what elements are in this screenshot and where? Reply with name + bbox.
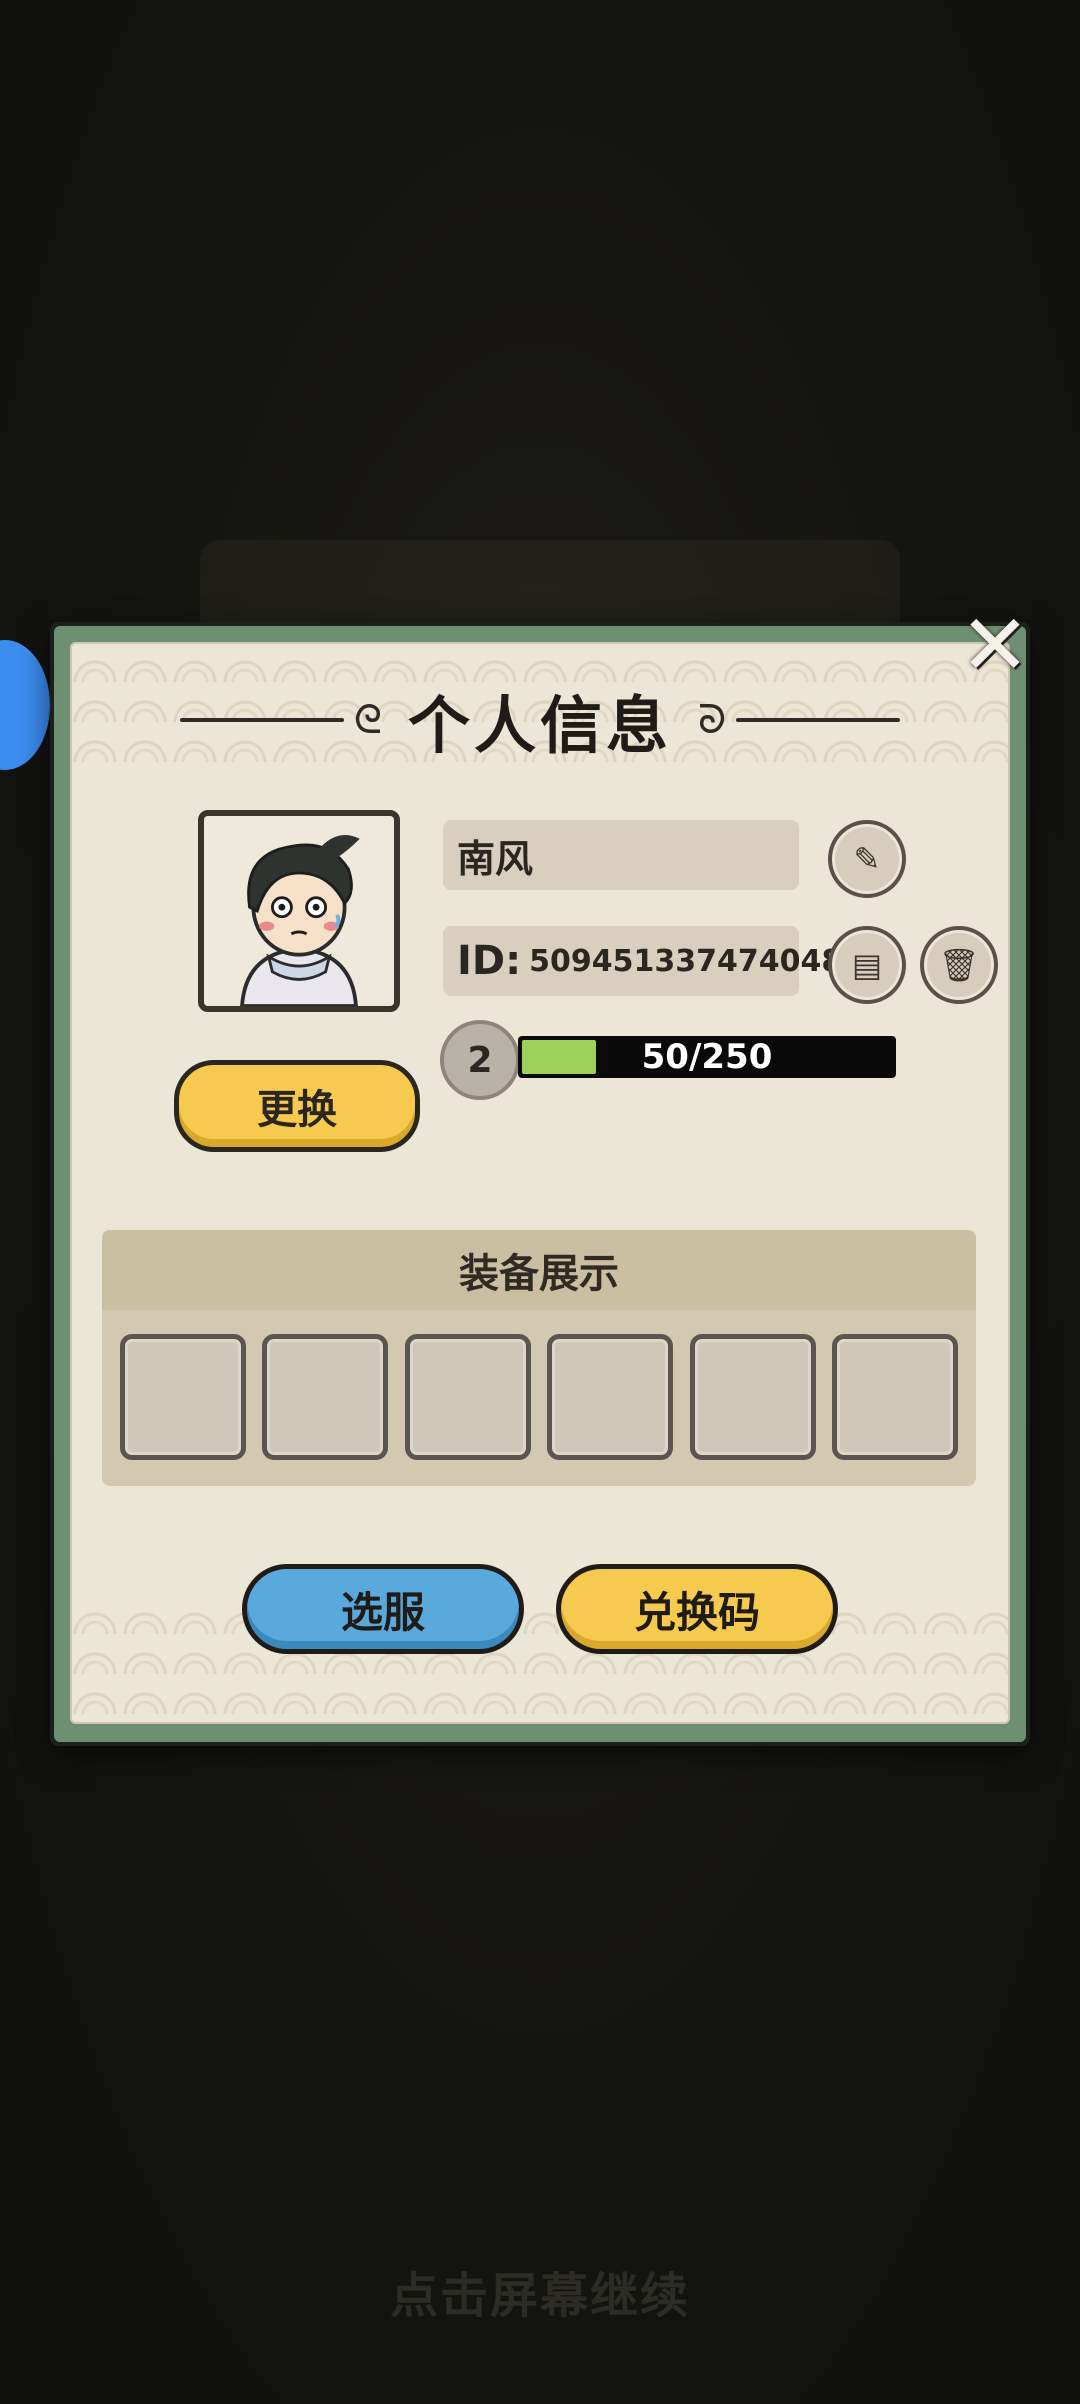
title-divider-left: [180, 718, 344, 722]
trash-icon[interactable]: 🗑: [920, 926, 998, 1004]
tap-to-continue-hint[interactable]: 点击屏幕继续: [0, 2256, 1080, 2326]
character-portrait-icon: [204, 816, 394, 1006]
id-label: ID:: [457, 938, 522, 984]
dialog-parchment: [70, 642, 1010, 1724]
level-badge: 2: [440, 1020, 520, 1100]
copy-icon[interactable]: ▤: [828, 926, 906, 1004]
change-avatar-button[interactable]: 更换: [174, 1060, 420, 1152]
close-icon[interactable]: ✕: [955, 603, 1035, 687]
brush-icon[interactable]: ✎: [828, 820, 906, 898]
profile-dialog: [50, 622, 1030, 1746]
equipment-slot[interactable]: [831, 1334, 958, 1460]
id-value: 509451337474048: [529, 943, 843, 979]
equipment-slot[interactable]: [689, 1334, 816, 1460]
player-name-field: 南风: [443, 820, 799, 890]
equipment-display: 装备展示: [102, 1230, 976, 1486]
wave-pattern-bottom: [70, 1594, 1010, 1724]
xp-text: 50/250: [641, 1037, 773, 1077]
swirl-right-icon: ᘐ: [698, 697, 727, 743]
select-server-button[interactable]: 选服: [242, 1564, 524, 1654]
dialog-title: 个人信息: [408, 689, 673, 762]
equipment-slot[interactable]: [404, 1334, 531, 1460]
side-floating-button[interactable]: [0, 640, 50, 770]
swirl-left-icon: ᘓ: [353, 697, 382, 743]
equipment-slot[interactable]: [120, 1334, 246, 1460]
title-divider-right: [736, 718, 901, 722]
dialog-title-row: ᘓ 个人信息 ᘐ: [180, 680, 901, 762]
equipment-slots: [120, 1334, 958, 1464]
equipment-title: 装备展示: [102, 1230, 976, 1310]
xp-bar: 50/250: [518, 1036, 896, 1078]
redeem-code-button[interactable]: 兑换码: [556, 1564, 838, 1654]
equipment-slot[interactable]: [547, 1334, 674, 1460]
player-id-field: ID: 509451337474048: [443, 926, 842, 996]
player-name: 南风: [457, 836, 534, 881]
avatar[interactable]: [198, 810, 400, 1012]
equipment-slot[interactable]: [262, 1334, 389, 1460]
